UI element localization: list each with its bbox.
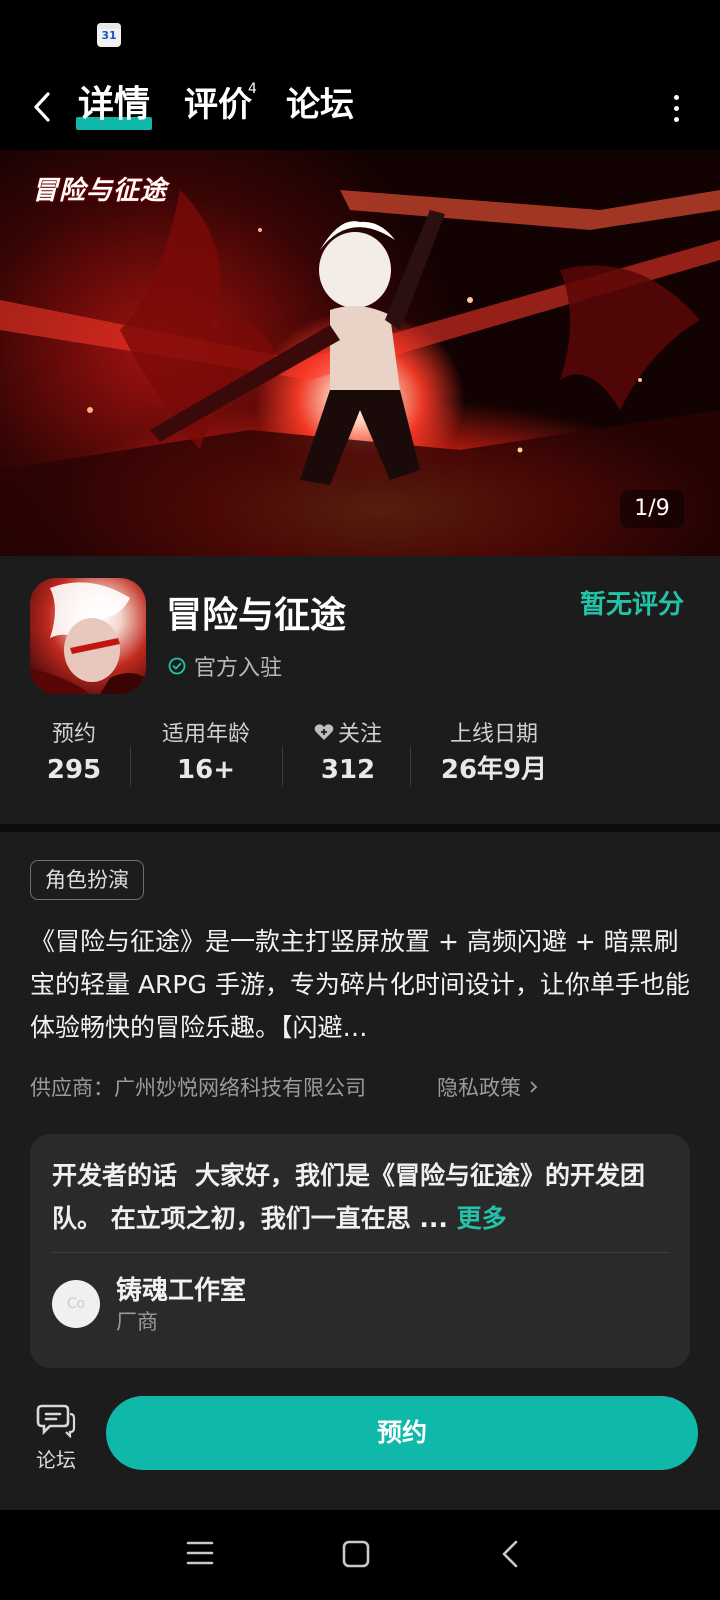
home-square-icon bbox=[342, 1540, 370, 1568]
developer-message-card[interactable]: 开发者的话 大家好，我们是《冒险与征途》的开发团队。 在立项之初，我们一直在思 .… bbox=[30, 1134, 690, 1368]
menu-lines-icon bbox=[186, 1541, 214, 1565]
studio-role: 厂商 bbox=[116, 1310, 158, 1334]
stat-value: 26年9月 bbox=[440, 755, 548, 780]
developer-message-title: 开发者的话 bbox=[52, 1161, 178, 1190]
forum-label: 论坛 bbox=[36, 1448, 76, 1472]
stat-label: 上线日期 bbox=[449, 722, 538, 747]
heart-plus-icon bbox=[314, 724, 334, 740]
back-chevron-icon bbox=[502, 1540, 518, 1568]
status-bar: 31 bbox=[0, 0, 720, 72]
stat-divider bbox=[282, 746, 283, 786]
supplier-info: 供应商：广州妙悦网络科技有限公司 bbox=[30, 1076, 366, 1100]
stat-divider bbox=[410, 746, 411, 786]
carousel-counter: 1/9 bbox=[620, 490, 684, 528]
stat-label: 适用年龄 bbox=[161, 722, 250, 747]
banner-artwork bbox=[0, 190, 720, 556]
stat-label: 预约 bbox=[51, 722, 96, 747]
app-icon bbox=[30, 578, 146, 694]
stat-release-date: 上线日期 26年9月 bbox=[426, 716, 562, 780]
app-info-card: 冒险与征途 官方入驻 暂无评分 预约 295 适用年龄 16+ 关注 312 上… bbox=[0, 556, 720, 824]
stat-divider bbox=[130, 746, 131, 786]
forum-chat-icon bbox=[36, 1404, 76, 1439]
official-badge: 官方入驻 bbox=[168, 650, 282, 682]
screenshot-carousel[interactable]: 冒险与征途 1/9 bbox=[0, 150, 720, 556]
back-button[interactable] bbox=[26, 90, 60, 124]
recent-apps-button[interactable] bbox=[186, 1540, 214, 1570]
calendar-icon: 31 bbox=[97, 23, 121, 47]
verified-check-icon bbox=[168, 657, 186, 675]
game-logo: 冒险与征途 bbox=[32, 176, 168, 206]
stat-age-rating: 适用年龄 16+ bbox=[150, 716, 262, 780]
home-button[interactable] bbox=[342, 1540, 370, 1572]
stat-value: 312 bbox=[320, 755, 376, 780]
section-separator bbox=[0, 824, 720, 832]
studio-avatar[interactable]: Co bbox=[52, 1280, 100, 1328]
chevron-right-icon bbox=[530, 1081, 537, 1093]
top-nav: 详情 评价 4 论坛 bbox=[0, 72, 720, 150]
calendar-day: 31 bbox=[101, 29, 117, 42]
back-arrow-icon bbox=[34, 92, 50, 122]
more-link[interactable]: 更多 bbox=[457, 1204, 507, 1233]
genre-tag[interactable]: 角色扮演 bbox=[30, 860, 144, 900]
more-options-button[interactable] bbox=[664, 92, 688, 126]
divider bbox=[52, 1252, 670, 1253]
rating-text: 暂无评分 bbox=[580, 590, 685, 620]
stat-label: 关注 bbox=[337, 722, 382, 747]
stat-value: 16+ bbox=[177, 755, 235, 780]
system-nav-bar bbox=[0, 1510, 720, 1600]
tab-forum[interactable]: 论坛 bbox=[286, 82, 354, 128]
privacy-policy-label: 隐私政策 bbox=[437, 1076, 521, 1100]
stat-reservations: 预约 295 bbox=[36, 716, 112, 780]
stat-value: 295 bbox=[46, 755, 102, 780]
description-section: 角色扮演 《冒险与征途》是一款主打竖屏放置 + 高频闪避 + 暗黑刷宝的轻量 A… bbox=[0, 832, 720, 1510]
reserve-button[interactable]: 预约 bbox=[106, 1396, 698, 1470]
official-label: 官方入驻 bbox=[194, 656, 283, 681]
app-name: 冒险与征途 bbox=[166, 595, 347, 636]
stat-followers[interactable]: 关注 312 bbox=[304, 716, 392, 780]
studio-name[interactable]: 铸魂工作室 bbox=[116, 1270, 246, 1307]
developer-message: 开发者的话 大家好，我们是《冒险与征途》的开发团队。 在立项之初，我们一直在思 .… bbox=[52, 1154, 672, 1240]
review-count-badge: 4 bbox=[248, 81, 257, 97]
game-description[interactable]: 《冒险与征途》是一款主打竖屏放置 + 高频闪避 + 暗黑刷宝的轻量 ARPG 手… bbox=[30, 920, 690, 1050]
tab-review[interactable]: 评价 bbox=[184, 82, 252, 128]
privacy-policy-link[interactable]: 隐私政策 bbox=[437, 1072, 540, 1102]
system-back-button[interactable] bbox=[500, 1540, 520, 1572]
tab-detail[interactable]: 详情 bbox=[78, 82, 150, 128]
forum-button[interactable]: 论坛 bbox=[26, 1402, 86, 1482]
